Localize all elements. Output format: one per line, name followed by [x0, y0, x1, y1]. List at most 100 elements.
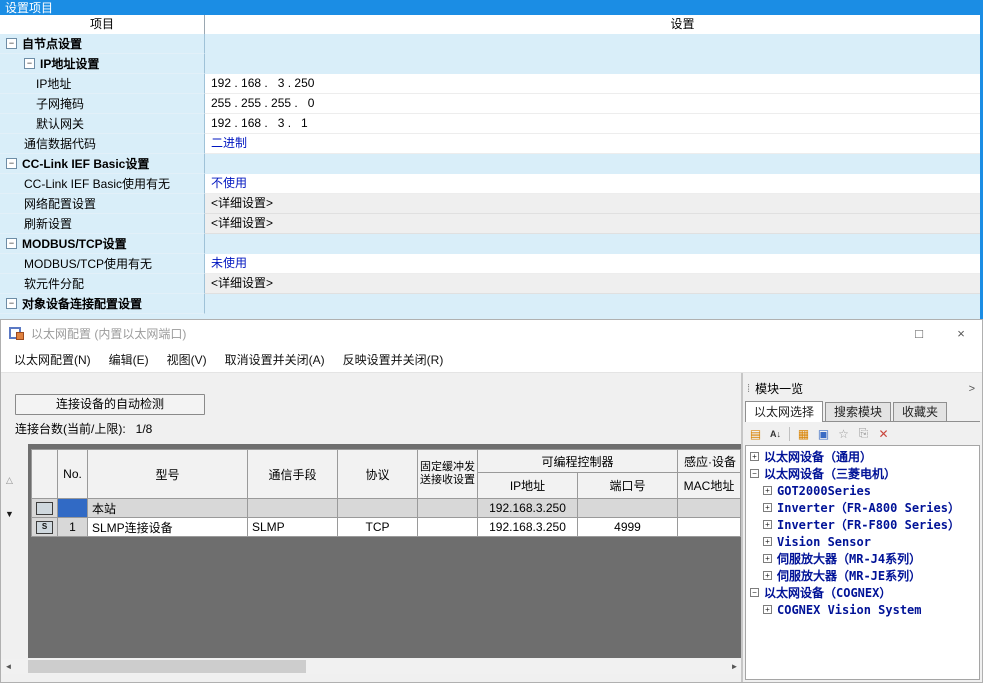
no-cell[interactable] [58, 499, 88, 518]
settings-value-cell[interactable] [205, 294, 980, 314]
settings-item-cell[interactable]: MODBUS/TCP使用有无 [0, 254, 205, 274]
settings-value-cell[interactable]: 192 . 168 . 3 . 1 [205, 114, 980, 134]
settings-row[interactable]: 软元件分配 <详细设置> [0, 274, 980, 294]
settings-item-cell[interactable]: 默认网关 [0, 114, 205, 134]
tree-expand-icon[interactable] [763, 605, 772, 614]
settings-row[interactable]: MODBUS/TCP设置 [0, 234, 980, 254]
settings-item-cell[interactable]: 软元件分配 [0, 274, 205, 294]
module-tree-item[interactable]: COGNEX Vision System [746, 601, 979, 618]
settings-value-cell[interactable]: <详细设置> [205, 194, 980, 214]
settings-row[interactable]: 对象设备连接配置设置 [0, 294, 980, 314]
tree-expand-icon[interactable] [763, 554, 772, 563]
settings-value-cell[interactable] [205, 54, 980, 74]
settings-item-cell[interactable]: IP地址 [0, 74, 205, 94]
menu-item[interactable]: 视图(V) [158, 351, 216, 368]
settings-value-cell[interactable] [205, 34, 980, 54]
scrollbar-track[interactable] [16, 659, 727, 674]
module-panel-header[interactable]: ⁞ 模块一览 > [745, 378, 980, 399]
module-tree-item[interactable]: 以太网设备（通用） [746, 448, 979, 465]
module-tree-item[interactable]: GOT2000Series [746, 482, 979, 499]
settings-value-cell[interactable] [205, 234, 980, 254]
move-up-button[interactable]: △ [3, 473, 16, 488]
module-tree-item[interactable]: Inverter（FR-A800 Series） [746, 499, 979, 516]
comm-cell[interactable] [248, 499, 338, 518]
tile-view-icon[interactable]: ▦ [795, 426, 812, 442]
settings-row[interactable]: 子网掩码 255 . 255 . 255 . 0 [0, 94, 980, 114]
row-header-cell[interactable]: S [31, 518, 58, 537]
settings-item-cell[interactable]: 网络配置设置 [0, 194, 205, 214]
tree-expand-icon[interactable] [6, 38, 17, 49]
settings-value-cell[interactable] [205, 154, 980, 174]
module-tree-item[interactable]: 伺服放大器（MR-JE系列） [746, 567, 979, 584]
settings-value-cell[interactable]: 255 . 255 . 255 . 0 [205, 94, 980, 114]
horizontal-scrollbar[interactable]: ◄ ► [1, 659, 742, 674]
module-tree-item[interactable]: 伺服放大器（MR-J4系列） [746, 550, 979, 567]
tab-ethernet-selection[interactable]: 以太网选择 [745, 401, 823, 422]
module-tree-item[interactable]: Inverter（FR-F800 Series） [746, 516, 979, 533]
tree-expand-icon[interactable] [763, 537, 772, 546]
menu-item[interactable]: 反映设置并关闭(R) [334, 351, 453, 368]
auto-detect-button[interactable]: 连接设备的自动检测 [15, 394, 205, 415]
ip-cell[interactable]: 192.168.3.250 [478, 518, 578, 537]
maximize-button[interactable]: □ [898, 320, 940, 347]
settings-row[interactable]: IP地址设置 [0, 54, 980, 74]
tree-expand-icon[interactable] [24, 58, 35, 69]
menu-item[interactable]: 以太网配置(N) [5, 351, 100, 368]
settings-row[interactable]: 刷新设置 <详细设置> [0, 214, 980, 234]
row-header-cell[interactable] [31, 499, 58, 518]
tree-expand-icon[interactable] [763, 520, 772, 529]
settings-row[interactable]: CC-Link IEF Basic使用有无 不使用 [0, 174, 980, 194]
panel-expand-icon[interactable]: > [969, 383, 980, 395]
mac-cell[interactable] [678, 518, 741, 537]
scrollbar-thumb[interactable] [28, 660, 306, 673]
settings-row[interactable]: 网络配置设置 <详细设置> [0, 194, 980, 214]
settings-value-cell[interactable]: 未使用 [205, 254, 980, 274]
move-down-button[interactable]: ▼ [3, 507, 16, 522]
settings-item-cell[interactable]: IP地址设置 [0, 54, 205, 74]
scroll-right-button[interactable]: ► [727, 659, 742, 674]
settings-row[interactable]: 通信数据代码 二进制 [0, 134, 980, 154]
tree-expand-icon[interactable] [763, 486, 772, 495]
tree-expand-icon[interactable] [763, 503, 772, 512]
settings-row[interactable]: 自节点设置 [0, 34, 980, 54]
settings-item-cell[interactable]: 通信数据代码 [0, 134, 205, 154]
module-tree-item[interactable]: 以太网设备（三菱电机） [746, 465, 979, 482]
tree-expand-icon[interactable] [750, 588, 759, 597]
tab-module-search[interactable]: 搜索模块 [825, 402, 891, 421]
model-cell[interactable]: SLMP连接设备 [88, 518, 248, 537]
port-cell[interactable] [578, 499, 678, 518]
buffer-cell[interactable] [418, 518, 478, 537]
model-cell[interactable]: 本站 [88, 499, 248, 518]
settings-item-cell[interactable]: MODBUS/TCP设置 [0, 234, 205, 254]
settings-value-cell[interactable]: 二进制 [205, 134, 980, 154]
settings-row[interactable]: MODBUS/TCP使用有无 未使用 [0, 254, 980, 274]
settings-window-titlebar[interactable]: 设置项目 [0, 0, 980, 15]
settings-item-cell[interactable]: 自节点设置 [0, 34, 205, 54]
buffer-cell[interactable] [418, 499, 478, 518]
settings-row[interactable]: IP地址 192 . 168 . 3 . 250 [0, 74, 980, 94]
ip-cell[interactable]: 192.168.3.250 [478, 499, 578, 518]
close-button[interactable]: × [940, 320, 982, 347]
settings-row[interactable]: 默认网关 192 . 168 . 3 . 1 [0, 114, 980, 134]
module-tree-item[interactable]: Vision Sensor [746, 533, 979, 550]
settings-item-cell[interactable]: CC-Link IEF Basic使用有无 [0, 174, 205, 194]
settings-item-cell[interactable]: CC-Link IEF Basic设置 [0, 154, 205, 174]
port-cell[interactable]: 4999 [578, 518, 678, 537]
tree-expand-icon[interactable] [750, 469, 759, 478]
settings-row[interactable]: CC-Link IEF Basic设置 [0, 154, 980, 174]
tree-expand-icon[interactable] [750, 452, 759, 461]
menu-item[interactable]: 编辑(E) [100, 351, 158, 368]
settings-item-cell[interactable]: 对象设备连接配置设置 [0, 294, 205, 314]
protocol-cell[interactable] [338, 499, 418, 518]
tree-expand-icon[interactable] [6, 238, 17, 249]
delete-icon[interactable]: ✕ [875, 426, 892, 442]
favorite-icon[interactable]: ☆ [835, 426, 852, 442]
module-tree-item[interactable]: 以太网设备（COGNEX） [746, 584, 979, 601]
settings-value-cell[interactable]: 192 . 168 . 3 . 250 [205, 74, 980, 94]
settings-value-cell[interactable]: <详细设置> [205, 274, 980, 294]
sort-az-icon[interactable]: A↓ [767, 426, 784, 442]
tree-expand-icon[interactable] [6, 158, 17, 169]
tree-expand-icon[interactable] [6, 298, 17, 309]
settings-value-cell[interactable]: <详细设置> [205, 214, 980, 234]
menu-item[interactable]: 取消设置并关闭(A) [216, 351, 334, 368]
